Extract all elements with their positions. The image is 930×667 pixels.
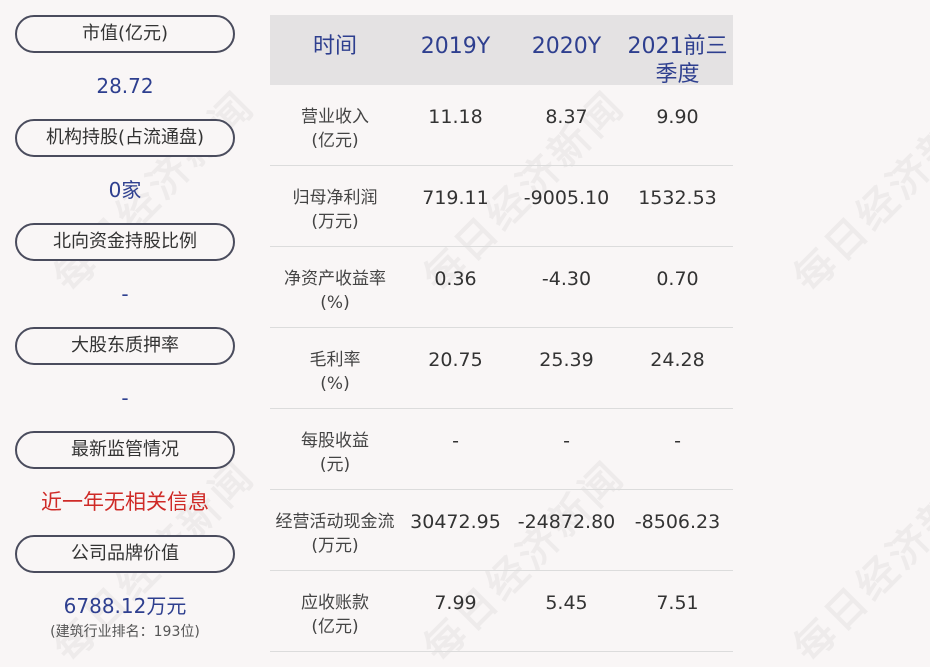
row-label: 每股收益 (元) — [301, 431, 369, 475]
header-time: 时间 — [312, 34, 357, 59]
header-2021q3: 2021前三季度 — [627, 34, 728, 87]
table-cell: 24.28 — [650, 349, 705, 371]
regulation-value: 近一年无相关信息 — [41, 490, 209, 514]
table-cell: -4.30 — [541, 268, 592, 290]
regulation-label: 最新监管情况 — [15, 431, 235, 469]
row-label: 归母净利润 (万元) — [292, 188, 378, 232]
header-2020: 2020Y — [531, 34, 602, 59]
table-cell: - — [452, 430, 459, 452]
brand-value-amount: 6788.12万元 — [63, 594, 187, 618]
brand-value: 6788.12万元 (建筑行业排名：193位) — [15, 573, 235, 640]
table-cell: 7.99 — [434, 592, 477, 614]
financial-table: 时间 2019Y 2020Y 2021前三季度 营业收入 (亿元) 11.18 8… — [270, 15, 733, 652]
table-cell: 25.39 — [539, 349, 594, 371]
table-cell: 9.90 — [656, 106, 699, 128]
table-row: 每股收益 (元) - - - — [270, 409, 733, 490]
table-row: 营业收入 (亿元) 11.18 8.37 9.90 — [270, 85, 733, 166]
table-cell: - — [674, 430, 681, 452]
northbound-holding-value: - — [121, 282, 129, 306]
table-cell: -24872.80 — [517, 511, 616, 533]
header-2019: 2019Y — [420, 34, 491, 59]
table-cell: 1532.53 — [638, 187, 717, 209]
row-label: 毛利率 (%) — [309, 350, 361, 394]
table-cell: 20.75 — [428, 349, 483, 371]
table-cell: 5.45 — [545, 592, 588, 614]
table-row: 经营活动现金流 (万元) 30472.95 -24872.80 -8506.23 — [270, 490, 733, 571]
row-label: 经营活动现金流 (万元) — [275, 512, 395, 556]
brand-value-label: 公司品牌价值 — [15, 535, 235, 573]
table-row: 毛利率 (%) 20.75 25.39 24.28 — [270, 328, 733, 409]
table-cell: 7.51 — [656, 592, 699, 614]
table-cell: -9005.10 — [523, 187, 610, 209]
table-header: 时间 2019Y 2020Y 2021前三季度 — [270, 15, 733, 87]
table-row: 归母净利润 (万元) 719.11 -9005.10 1532.53 — [270, 166, 733, 247]
table-cell: - — [563, 430, 570, 452]
watermark: 每日经济新闻 — [778, 445, 930, 667]
table-row: 净资产收益率 (%) 0.36 -4.30 0.70 — [270, 247, 733, 328]
table-cell: 8.37 — [545, 106, 588, 128]
left-summary-panel: 市值(亿元) 28.72 机构持股(占流通盘) 0家 北向资金持股比例 - 大股… — [15, 15, 235, 640]
institution-holding-value: 0家 — [108, 178, 142, 202]
table-cell: 0.70 — [656, 268, 699, 290]
market-cap-value: 28.72 — [96, 74, 154, 98]
institution-holding-label: 机构持股(占流通盘) — [15, 119, 235, 157]
row-label: 净资产收益率 (%) — [284, 269, 386, 313]
brand-value-rank: (建筑行业排名：193位) — [50, 624, 200, 640]
market-cap-label: 市值(亿元) — [15, 15, 235, 53]
table-cell: -8506.23 — [634, 511, 721, 533]
table-cell: 719.11 — [422, 187, 489, 209]
pledge-ratio-label: 大股东质押率 — [15, 327, 235, 365]
pledge-ratio-value: - — [121, 386, 129, 410]
table-cell: 11.18 — [428, 106, 483, 128]
watermark: 每日经济新闻 — [778, 75, 930, 303]
row-label: 应收账款 (亿元) — [301, 593, 369, 637]
table-row: 应收账款 (亿元) 7.99 5.45 7.51 — [270, 571, 733, 652]
row-label: 营业收入 (亿元) — [301, 107, 369, 151]
table-cell: 30472.95 — [410, 511, 501, 533]
northbound-holding-label: 北向资金持股比例 — [15, 223, 235, 261]
table-cell: 0.36 — [434, 268, 477, 290]
